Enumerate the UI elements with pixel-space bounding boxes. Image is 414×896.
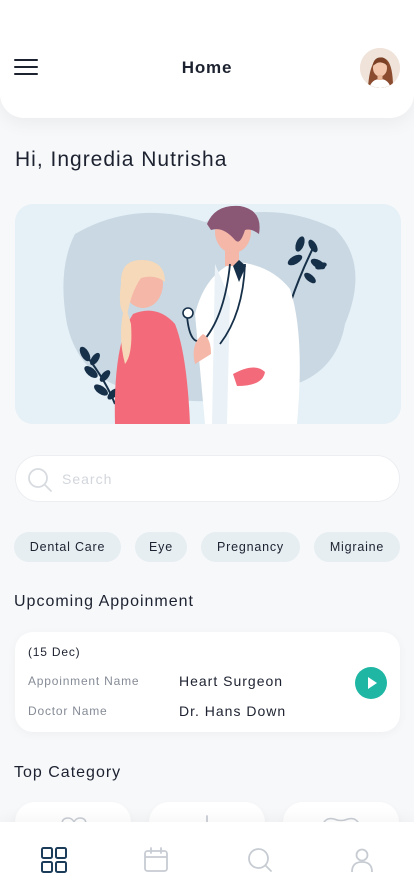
home-grid-icon[interactable] — [40, 846, 68, 874]
doctor-consulting-patient-illustration — [63, 205, 356, 424]
appointment-name-label: Appoinment Name — [28, 674, 140, 688]
upcoming-appointment-title: Upcoming Appoinment — [14, 593, 194, 610]
search-icon[interactable] — [246, 846, 274, 874]
greeting-text: Hi, Ingredia Nutrisha — [15, 148, 228, 171]
appointment-name-value: Heart Surgeon — [179, 673, 284, 689]
play-icon[interactable] — [355, 667, 387, 699]
chip-dental-care[interactable]: Dental Care — [14, 532, 121, 562]
appointment-card[interactable]: (15 Dec) Appoinment Name Heart Surgeon D… — [15, 632, 400, 732]
search-input[interactable] — [62, 456, 382, 501]
doctor-name-label: Doctor Name — [28, 704, 108, 718]
chip-pregnancy[interactable]: Pregnancy — [201, 532, 300, 562]
profile-icon[interactable] — [348, 846, 376, 874]
appointment-date: (15 Dec) — [28, 645, 81, 659]
doctor-name-value: Dr. Hans Down — [179, 703, 287, 719]
user-avatar-image — [360, 48, 400, 88]
bottom-navigation — [0, 822, 414, 896]
app-header: Home — [0, 0, 414, 118]
top-category-title: Top Category — [14, 764, 122, 781]
search-icon — [28, 468, 52, 492]
hero-banner — [15, 204, 401, 424]
calendar-icon[interactable] — [142, 846, 170, 874]
chip-migraine[interactable]: Migraine — [314, 532, 400, 562]
chip-eye[interactable]: Eye — [135, 532, 187, 562]
page-title: Home — [181, 58, 233, 77]
avatar[interactable] — [360, 48, 400, 88]
search-bar[interactable] — [15, 455, 400, 502]
